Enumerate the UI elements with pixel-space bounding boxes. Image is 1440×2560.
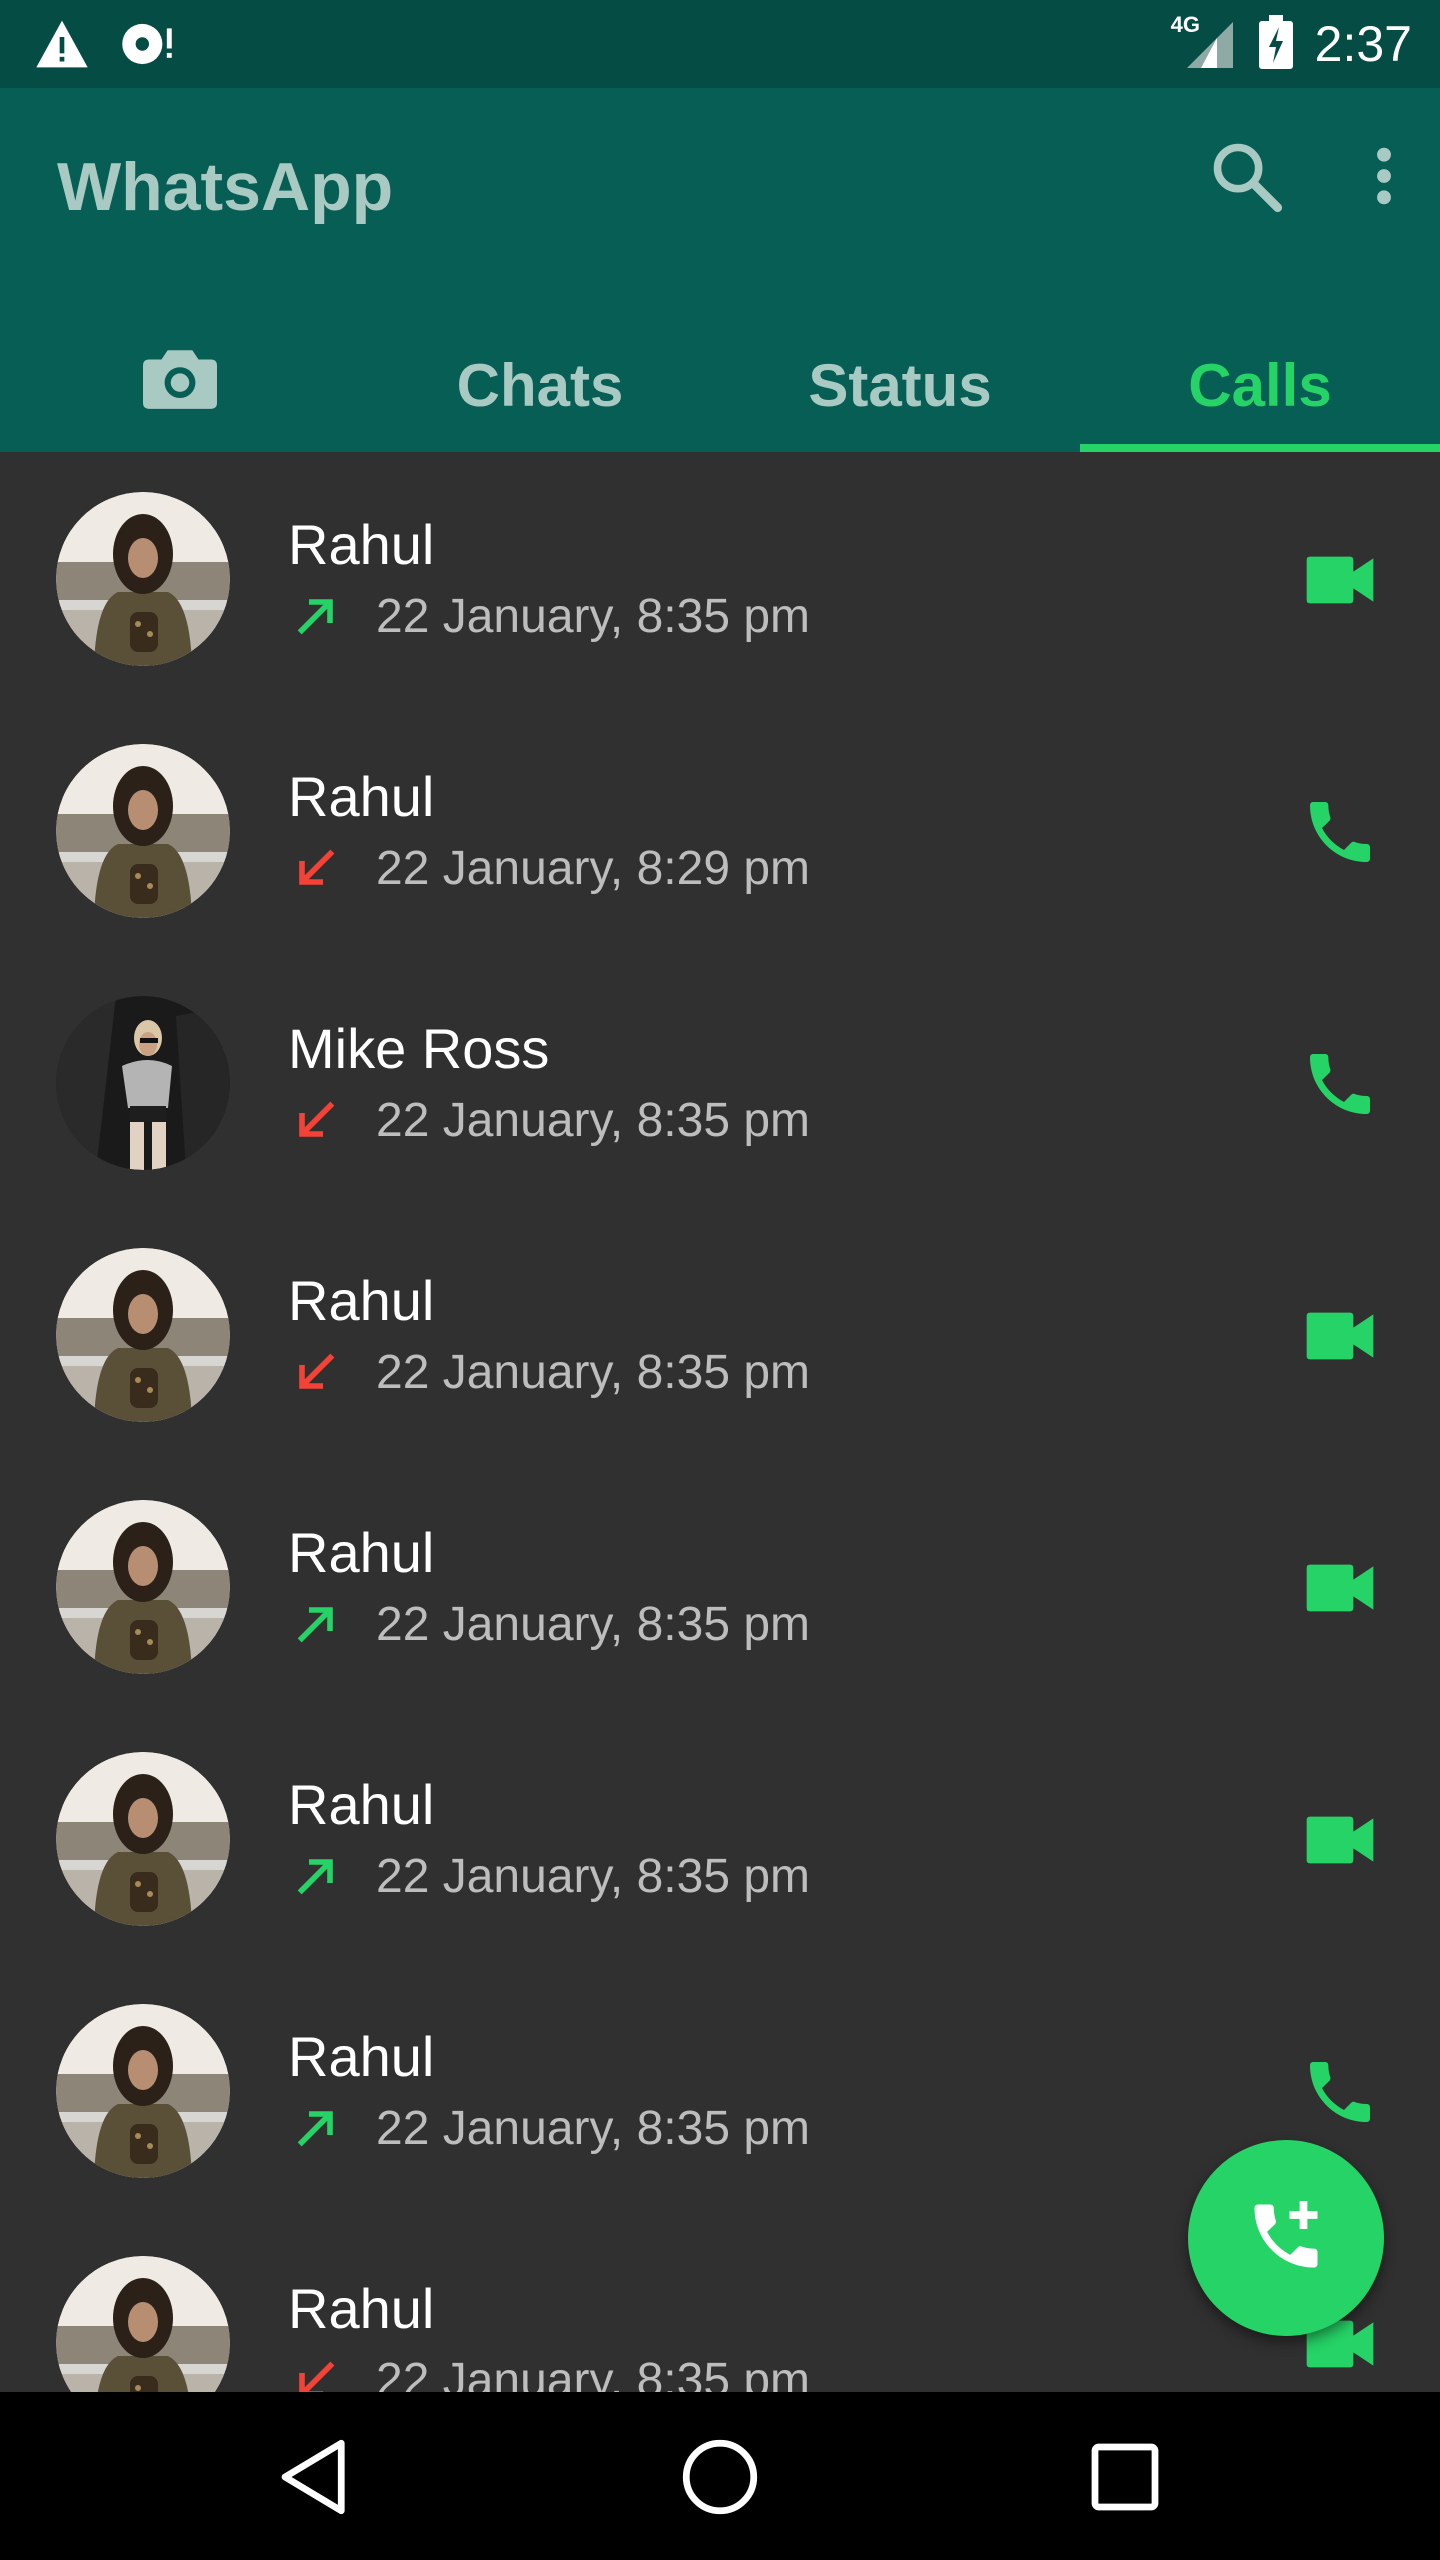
call-time: 22 January, 8:35 pm bbox=[376, 1345, 811, 1399]
contact-name: Rahul bbox=[288, 513, 435, 576]
call-time: 22 January, 8:29 pm bbox=[376, 841, 811, 895]
avatar[interactable] bbox=[56, 1752, 230, 1926]
voice-call-icon[interactable] bbox=[1300, 1044, 1380, 1124]
network-label: 4G bbox=[1170, 12, 1201, 37]
call-item[interactable]: Rahul 22 January, 8:35 pm bbox=[0, 1208, 1440, 1460]
contact-name: Rahul bbox=[288, 1773, 435, 1836]
app-bar: WhatsApp Chats Status Calls bbox=[0, 88, 1440, 452]
app-title: WhatsApp bbox=[57, 149, 394, 225]
call-item[interactable]: Mike Ross 22 January, 8:35 pm bbox=[0, 956, 1440, 1208]
contact-name: Rahul bbox=[288, 1521, 435, 1584]
outgoing-call-arrow-icon bbox=[288, 1848, 344, 1904]
call-item[interactable]: Rahul 22 January, 8:35 pm bbox=[0, 452, 1440, 704]
tab-calls[interactable]: Calls bbox=[1080, 318, 1440, 452]
tab-chats[interactable]: Chats bbox=[360, 318, 720, 452]
video-call-icon[interactable] bbox=[1300, 1296, 1380, 1376]
call-time: 22 January, 8:35 pm bbox=[376, 1597, 811, 1651]
outgoing-call-arrow-icon bbox=[288, 2100, 344, 2156]
video-call-icon[interactable] bbox=[1300, 1548, 1380, 1628]
call-list: Rahul 22 January, 8:35 pm Rahul 22 Janua… bbox=[0, 452, 1440, 2392]
avatar[interactable] bbox=[56, 1248, 230, 1422]
voice-call-icon[interactable] bbox=[1300, 2052, 1380, 2132]
sync-alert-icon bbox=[120, 18, 178, 75]
call-item[interactable]: Rahul 22 January, 8:29 pm bbox=[0, 704, 1440, 956]
camera-icon bbox=[143, 347, 217, 423]
warning-icon bbox=[34, 18, 90, 75]
signal-icon: 4G bbox=[1171, 12, 1237, 70]
tab-status[interactable]: Status bbox=[720, 318, 1080, 452]
avatar[interactable] bbox=[56, 492, 230, 666]
recents-icon[interactable] bbox=[1080, 2432, 1170, 2522]
search-icon[interactable] bbox=[1208, 138, 1284, 219]
call-time: 22 January, 8:35 pm bbox=[376, 2101, 811, 2155]
video-call-icon[interactable] bbox=[1300, 540, 1380, 620]
avatar[interactable] bbox=[56, 996, 230, 1170]
status-bar: 4G 2:37 bbox=[0, 0, 1440, 88]
avatar[interactable] bbox=[56, 2256, 230, 2392]
avatar[interactable] bbox=[56, 1500, 230, 1674]
missed-call-arrow-icon bbox=[288, 2352, 344, 2392]
video-call-icon[interactable] bbox=[1300, 1800, 1380, 1880]
tab-camera[interactable] bbox=[0, 318, 360, 452]
call-item[interactable]: Rahul 22 January, 8:35 pm bbox=[0, 1460, 1440, 1712]
missed-call-arrow-icon bbox=[288, 840, 344, 896]
outgoing-call-arrow-icon bbox=[288, 1596, 344, 1652]
contact-name: Mike Ross bbox=[288, 1017, 550, 1080]
more-vert-icon[interactable] bbox=[1372, 144, 1396, 213]
new-call-fab[interactable] bbox=[1188, 2140, 1384, 2336]
back-icon[interactable] bbox=[270, 2432, 360, 2522]
contact-name: Rahul bbox=[288, 2277, 435, 2340]
avatar[interactable] bbox=[56, 744, 230, 918]
missed-call-arrow-icon bbox=[288, 1344, 344, 1400]
contact-name: Rahul bbox=[288, 765, 435, 828]
contact-name: Rahul bbox=[288, 2025, 435, 2088]
clock: 2:37 bbox=[1314, 16, 1412, 72]
call-time: 22 January, 8:35 pm bbox=[376, 1849, 811, 1903]
voice-call-icon[interactable] bbox=[1300, 792, 1380, 872]
contact-name: Rahul bbox=[288, 1269, 435, 1332]
call-time: 22 January, 8:35 pm bbox=[376, 589, 811, 643]
outgoing-call-arrow-icon bbox=[288, 588, 344, 644]
navigation-bar bbox=[0, 2392, 1440, 2560]
avatar[interactable] bbox=[56, 2004, 230, 2178]
call-time: 22 January, 8:35 pm bbox=[376, 2353, 811, 2393]
tab-bar: Chats Status Calls bbox=[0, 318, 1440, 452]
add-call-icon bbox=[1244, 2194, 1328, 2283]
missed-call-arrow-icon bbox=[288, 1092, 344, 1148]
battery-charging-icon bbox=[1258, 14, 1293, 74]
call-item[interactable]: Rahul 22 January, 8:35 pm bbox=[0, 1712, 1440, 1964]
call-time: 22 January, 8:35 pm bbox=[376, 1093, 811, 1147]
home-icon[interactable] bbox=[675, 2432, 765, 2522]
